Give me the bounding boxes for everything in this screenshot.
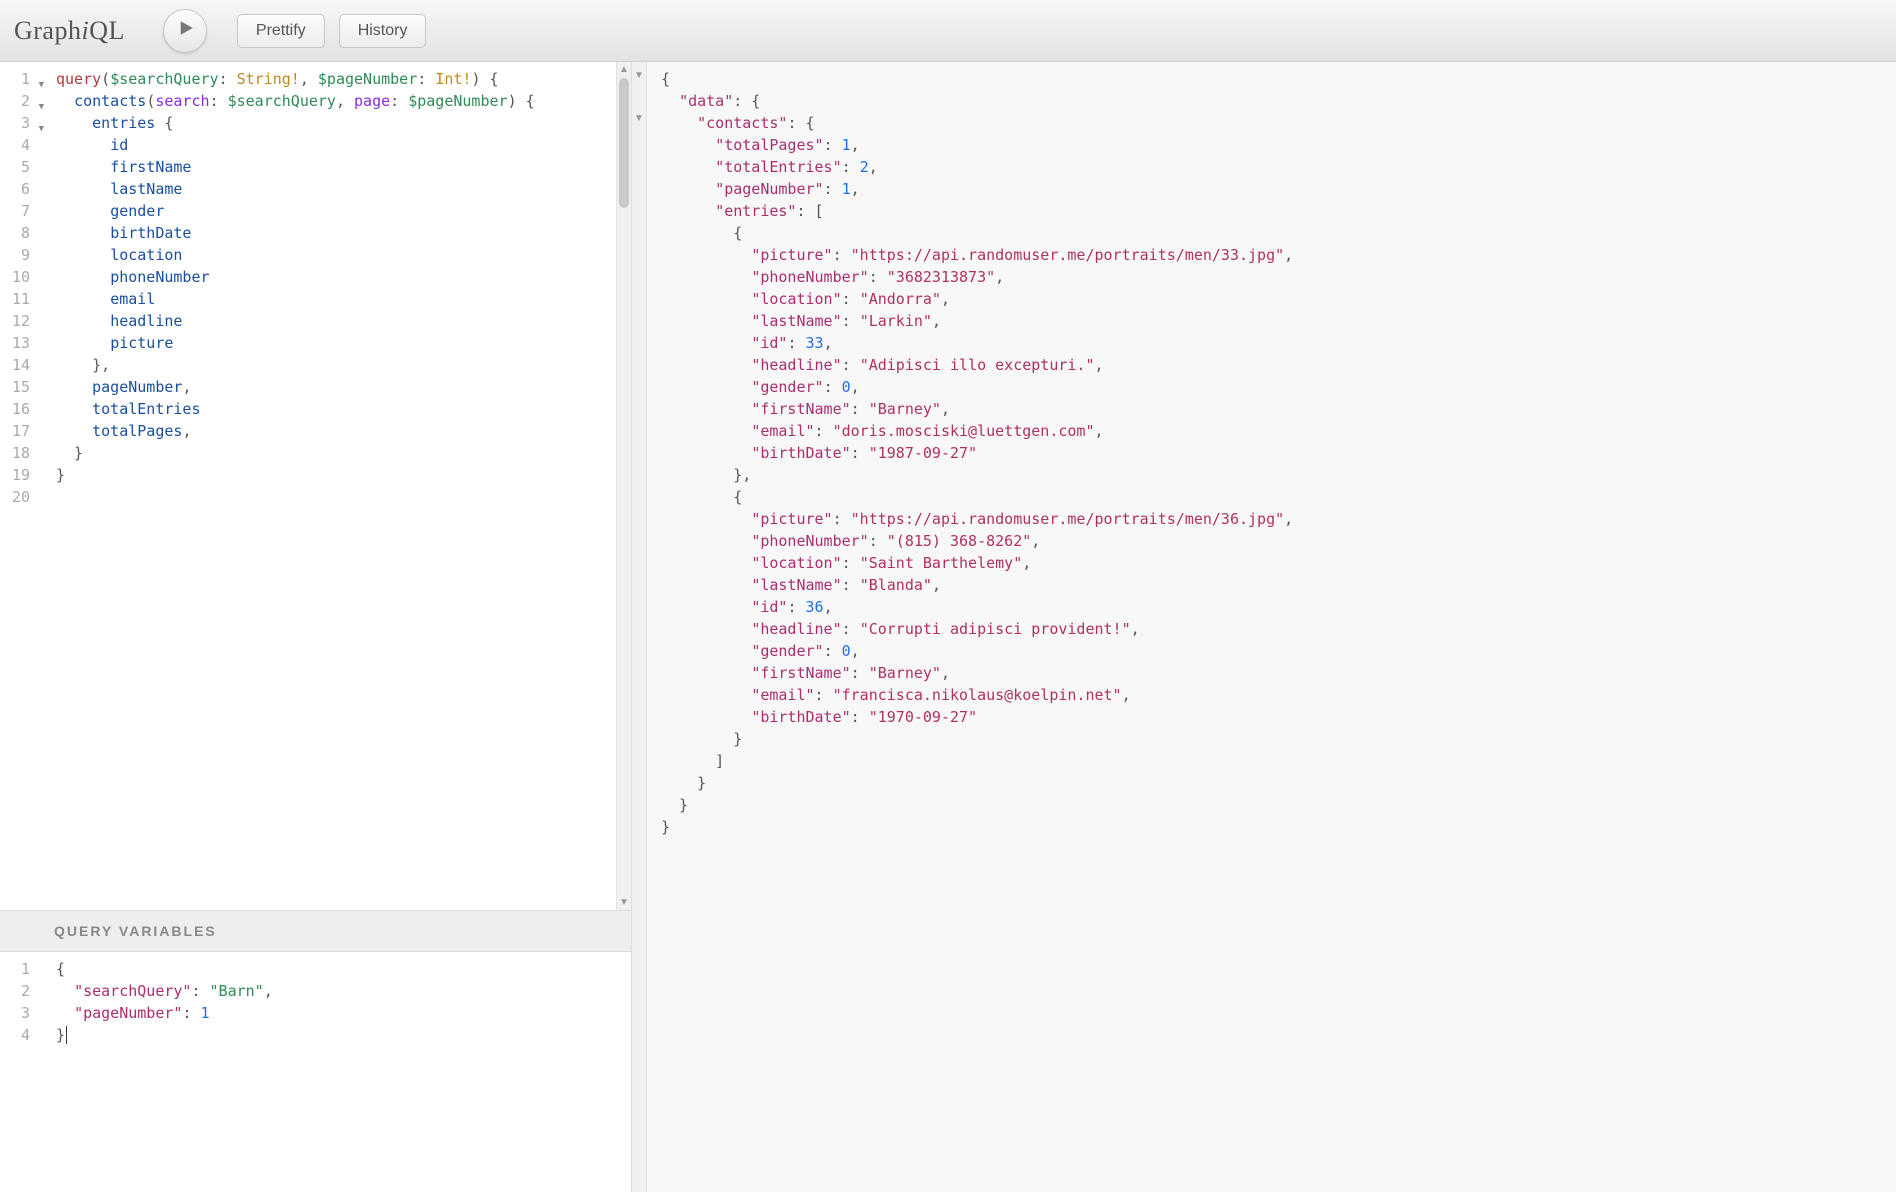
response-pane: ▼ ▼ { "data": { "contacts": { "totalPage… bbox=[632, 62, 1896, 1192]
scroll-down-icon[interactable]: ▼ bbox=[617, 895, 631, 910]
variables-code[interactable]: { "searchQuery": "Barn", "pageNumber": 1… bbox=[48, 952, 631, 1192]
query-variables-header[interactable]: QUERY VARIABLES bbox=[0, 910, 631, 952]
main: 1▼2▼3▼4567891011121314151617181920 query… bbox=[0, 62, 1896, 1192]
logo-prefix: Graph bbox=[14, 16, 81, 45]
variables-editor[interactable]: 1234 { "searchQuery": "Barn", "pageNumbe… bbox=[0, 952, 631, 1192]
play-icon bbox=[174, 19, 195, 42]
fold-arrow-icon[interactable]: ▼ bbox=[632, 68, 646, 83]
execute-button[interactable] bbox=[163, 9, 207, 53]
app-logo: GraphiQL bbox=[14, 16, 149, 46]
toolbar: GraphiQL Prettify History bbox=[0, 0, 1896, 62]
query-code[interactable]: query($searchQuery: String!, $pageNumber… bbox=[48, 62, 616, 910]
prettify-button[interactable]: Prettify bbox=[237, 14, 325, 48]
response-fold-gutter[interactable]: ▼ ▼ bbox=[632, 62, 647, 1192]
logo-suffix: QL bbox=[89, 16, 125, 45]
query-gutter: 1▼2▼3▼4567891011121314151617181920 bbox=[0, 62, 48, 910]
fold-arrow-icon[interactable]: ▼ bbox=[632, 111, 646, 126]
query-editor[interactable]: 1▼2▼3▼4567891011121314151617181920 query… bbox=[0, 62, 631, 910]
query-scrollbar[interactable]: ▲ ▼ bbox=[616, 62, 631, 910]
response-code: { "data": { "contacts": { "totalPages": … bbox=[647, 62, 1896, 1192]
scroll-thumb[interactable] bbox=[619, 78, 629, 208]
query-variables-label: QUERY VARIABLES bbox=[54, 923, 217, 939]
history-button[interactable]: History bbox=[339, 14, 427, 48]
editor-pane: 1▼2▼3▼4567891011121314151617181920 query… bbox=[0, 62, 632, 1192]
variables-gutter: 1234 bbox=[0, 952, 48, 1192]
scroll-up-icon[interactable]: ▲ bbox=[617, 62, 631, 77]
